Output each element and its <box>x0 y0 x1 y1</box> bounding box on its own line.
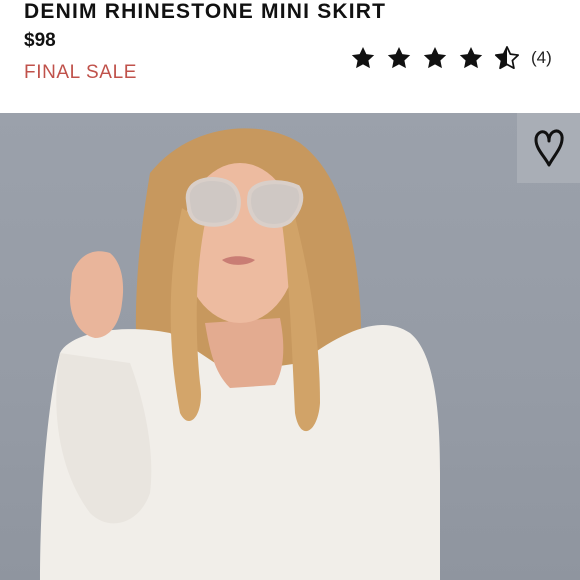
heart-icon <box>534 129 564 167</box>
star-rating[interactable]: (4) <box>350 43 552 73</box>
product-header: DENIM RHINESTONE MINI SKIRT $98 FINAL SA… <box>0 0 580 113</box>
product-photo[interactable] <box>0 113 580 580</box>
star-icon <box>423 46 447 69</box>
half-star-icon <box>494 46 520 70</box>
final-sale-label: FINAL SALE <box>24 62 138 83</box>
star-icon <box>351 46 375 69</box>
product-title: DENIM RHINESTONE MINI SKIRT <box>24 0 387 23</box>
favorite-button[interactable] <box>517 113 580 183</box>
product-price: $98 <box>24 30 56 51</box>
rating-count: (4) <box>531 48 552 67</box>
star-icon <box>459 46 483 69</box>
model-illustration <box>40 128 440 580</box>
star-icon <box>387 46 411 69</box>
